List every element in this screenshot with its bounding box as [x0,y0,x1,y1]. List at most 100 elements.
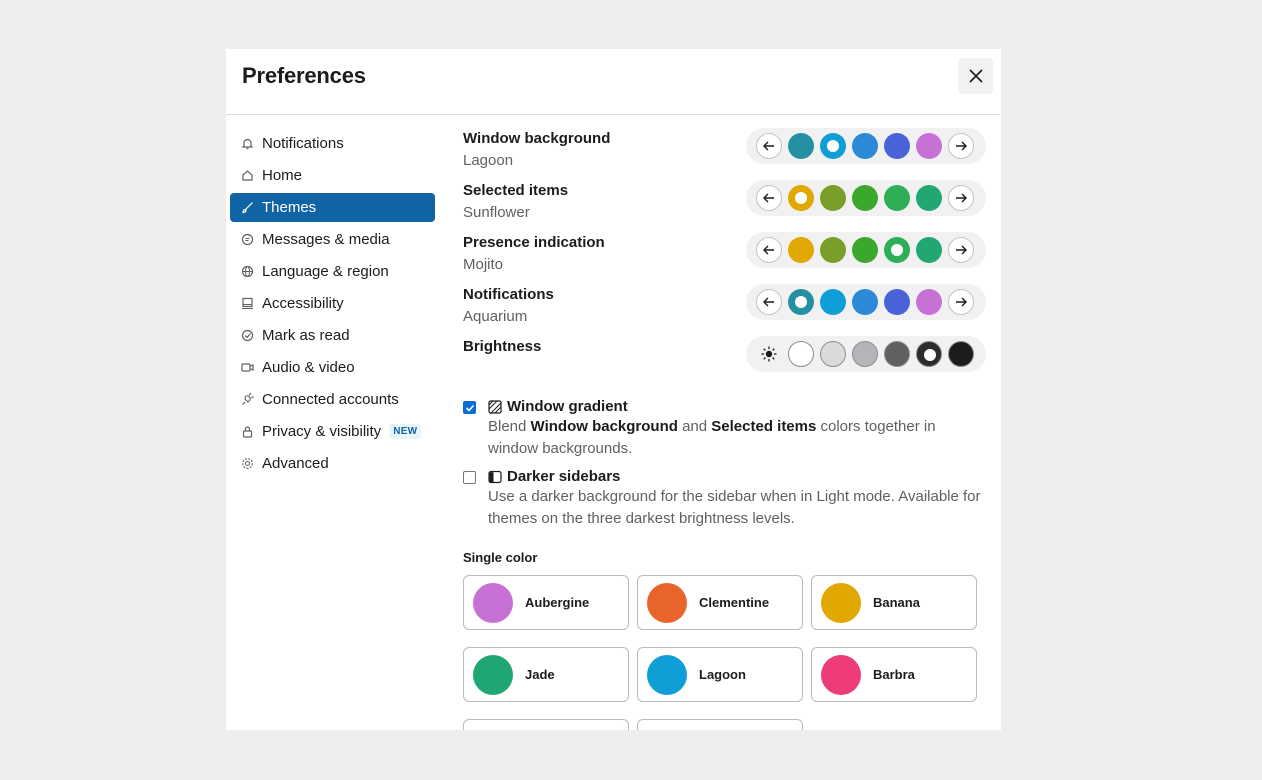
next-color-button[interactable] [948,133,974,159]
brightness-swatch[interactable] [820,341,846,367]
previous-color-button[interactable] [756,185,782,211]
sun-icon [756,341,782,367]
modal-title: Preferences [242,63,366,88]
close-icon [968,69,983,83]
color-swatch[interactable] [788,133,814,159]
sidebar-item-privacy-visibility[interactable]: Privacy & visibility NEW [230,417,435,446]
next-color-button[interactable] [948,185,974,211]
color-swatch-selected[interactable] [788,185,814,211]
sidebar-item-audio-video[interactable]: Audio & video [230,353,435,382]
window-gradient-description: Blend Window background and Selected ite… [488,416,988,460]
sidebar-item-advanced[interactable]: Advanced [230,449,435,478]
previous-color-button[interactable] [756,237,782,263]
brightness-swatch-bar [746,336,986,372]
sidebar-item-themes[interactable]: Themes [230,193,435,222]
sidebar-item-mark-as-read[interactable]: Mark as read [230,321,435,350]
color-card[interactable]: Jade [463,647,629,702]
color-swatch[interactable] [916,237,942,263]
window-gradient-checkbox[interactable] [463,401,476,414]
color-swatch[interactable] [916,289,942,315]
home-icon [240,169,254,183]
color-swatch[interactable] [852,133,878,159]
gradient-icon [488,399,502,414]
preferences-modal: Preferences Notifications Home Themes Me… [226,49,1001,730]
color-swatch[interactable] [852,185,878,211]
sidebar-item-home[interactable]: Home [230,161,435,190]
close-button[interactable] [958,58,993,94]
color-card[interactable]: Barbra [811,647,977,702]
window-gradient-title-text: Window gradient [507,398,628,415]
swatch-bar [746,284,986,320]
arrow-left-icon [762,295,776,309]
next-color-button[interactable] [948,289,974,315]
sidebar-item-language-region[interactable]: Language & region [230,257,435,286]
color-swatch[interactable] [820,237,846,263]
plug-icon [240,393,254,407]
sidebar-item-notifications[interactable]: Notifications [230,129,435,158]
brightness-swatch[interactable] [948,341,974,367]
color-swatch[interactable] [916,185,942,211]
sidebar-item-label: Privacy & visibility [262,423,382,440]
color-card-name: Lagoon [699,667,746,682]
brush-icon [240,201,254,215]
lock-icon [240,425,254,439]
brightness-row: Brightness [463,335,993,387]
monitor-icon [240,297,254,311]
single-color-title: Single color [463,550,538,565]
theme-row-label: Notifications [463,286,554,303]
desc-bold-selected-items: Selected items [711,418,817,435]
arrow-right-icon [954,295,968,309]
color-dot [647,654,687,695]
color-card[interactable]: Banana [811,575,977,630]
color-swatch[interactable] [852,237,878,263]
color-card-name: Banana [873,595,920,610]
color-swatch-selected[interactable] [820,133,846,159]
brightness-label: Brightness [463,338,542,355]
brightness-swatch[interactable] [852,341,878,367]
color-swatch[interactable] [820,289,846,315]
theme-row: Notifications Aquarium [463,283,993,335]
sidebar-item-accessibility[interactable]: Accessibility [230,289,435,318]
color-swatch-selected[interactable] [788,289,814,315]
sidebar-item-messages-media[interactable]: Messages & media [230,225,435,254]
theme-row-label: Presence indication [463,234,605,251]
color-card-partial[interactable] [637,719,803,730]
previous-color-button[interactable] [756,289,782,315]
previous-color-button[interactable] [756,133,782,159]
darker-sidebars-description: Use a darker background for the sidebar … [488,488,981,527]
swatch-bar [746,180,986,216]
arrow-left-icon [762,191,776,205]
color-card-partial[interactable] [463,719,629,730]
color-dot [821,654,861,695]
brightness-swatch-selected[interactable] [916,341,942,367]
brightness-swatch[interactable] [884,341,910,367]
color-swatch[interactable] [916,133,942,159]
color-swatch[interactable] [884,185,910,211]
arrow-right-icon [954,243,968,257]
color-swatch-selected[interactable] [884,237,910,263]
color-card-name: Aubergine [525,595,590,610]
theme-rows: Window background Lagoon Selected items Sun… [463,127,993,335]
check-circle-icon [240,329,254,343]
color-swatch[interactable] [820,185,846,211]
swatch-bar [746,232,986,268]
color-card[interactable]: Clementine [637,575,803,630]
theme-row: Selected items Sunflower [463,179,993,231]
color-swatch[interactable] [852,289,878,315]
sidebar-item-label: Themes [262,199,317,216]
darker-sidebars-checkbox[interactable] [463,471,476,484]
theme-row: Window background Lagoon [463,127,993,179]
modal-header: Preferences [226,49,1001,115]
color-card[interactable]: Lagoon [637,647,803,702]
sidebar-item-label: Audio & video [262,359,355,376]
color-card[interactable]: Aubergine [463,575,629,630]
color-swatch[interactable] [884,289,910,315]
next-color-button[interactable] [948,237,974,263]
preferences-sidebar: Notifications Home Themes Messages & med… [230,129,435,481]
theme-row-value: Aquarium [463,308,528,325]
sidebar-item-connected-accounts[interactable]: Connected accounts [230,385,435,414]
sidebar-item-label: Home [262,167,303,184]
color-swatch[interactable] [788,237,814,263]
brightness-swatch[interactable] [788,341,814,367]
color-swatch[interactable] [884,133,910,159]
